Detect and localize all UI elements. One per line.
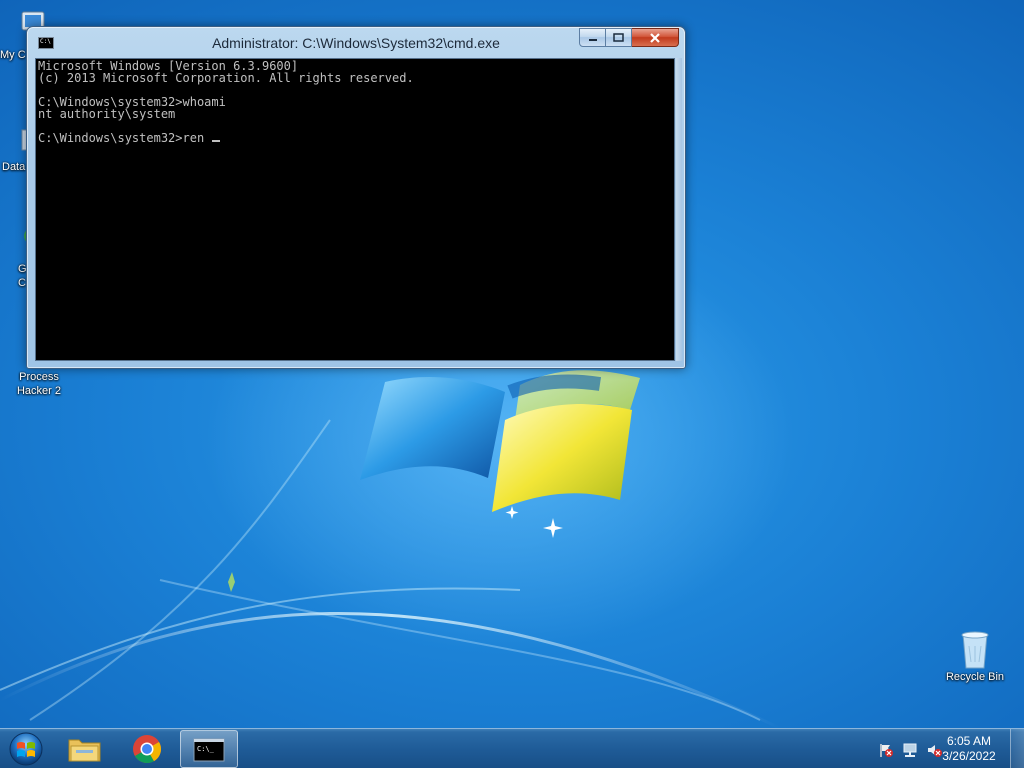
cmd-window[interactable]: C:\ Administrator: C:\Windows\System32\c…: [26, 26, 686, 369]
clock-date: 3/26/2022: [942, 749, 996, 763]
network-icon[interactable]: [902, 742, 918, 758]
desktop-icon-label: Process Hacker 2: [16, 371, 62, 397]
console-line: (c) 2013 Microsoft Corporation. All righ…: [38, 71, 414, 85]
minimize-icon: [588, 38, 597, 41]
vertical-scrollbar[interactable]: [676, 58, 682, 361]
file-explorer-icon: [68, 739, 101, 762]
chrome-icon: [133, 735, 161, 763]
system-tray: 6:05 AM 3/26/2022: [864, 729, 1024, 768]
console-line: C:\Windows\system32>ren: [38, 132, 414, 144]
cmd-icon: C:\_: [193, 738, 225, 762]
action-center-flag-icon[interactable]: [878, 742, 894, 758]
start-button[interactable]: [6, 730, 46, 768]
clock-time: 6:05 AM: [946, 734, 992, 748]
clock[interactable]: 6:05 AM 3/26/2022: [938, 734, 1000, 764]
minimize-button[interactable]: [579, 28, 606, 47]
taskbar-chrome[interactable]: [118, 730, 176, 768]
caption-buttons: [579, 28, 679, 47]
recycle-bin-icon: [957, 630, 993, 669]
desktop-icon-label: Recycle Bin: [945, 671, 1005, 683]
start-orb-icon: [9, 732, 43, 766]
console-output[interactable]: Microsoft Windows [Version 6.3.9600] (c) …: [35, 58, 675, 361]
console-line: nt authority\system: [38, 107, 176, 121]
maximize-icon: [613, 33, 624, 42]
taskbar: C:\_ 6:05 AM 3/26/2022: [0, 728, 1024, 768]
taskbar-cmd[interactable]: C:\_: [180, 730, 238, 768]
show-desktop-button[interactable]: [1010, 729, 1024, 768]
cmd-titlebar[interactable]: C:\ Administrator: C:\Windows\System32\c…: [27, 27, 685, 57]
text-cursor: [212, 140, 221, 142]
console-text: Microsoft Windows [Version 6.3.9600] (c) …: [38, 60, 414, 144]
desktop-icon-recycle-bin[interactable]: Recycle Bin: [937, 630, 1013, 684]
maximize-button[interactable]: [606, 28, 632, 47]
close-icon: [650, 32, 660, 43]
svg-text:C:\_: C:\_: [197, 745, 215, 753]
taskbar-file-explorer[interactable]: [56, 730, 114, 768]
close-button[interactable]: [632, 28, 679, 47]
